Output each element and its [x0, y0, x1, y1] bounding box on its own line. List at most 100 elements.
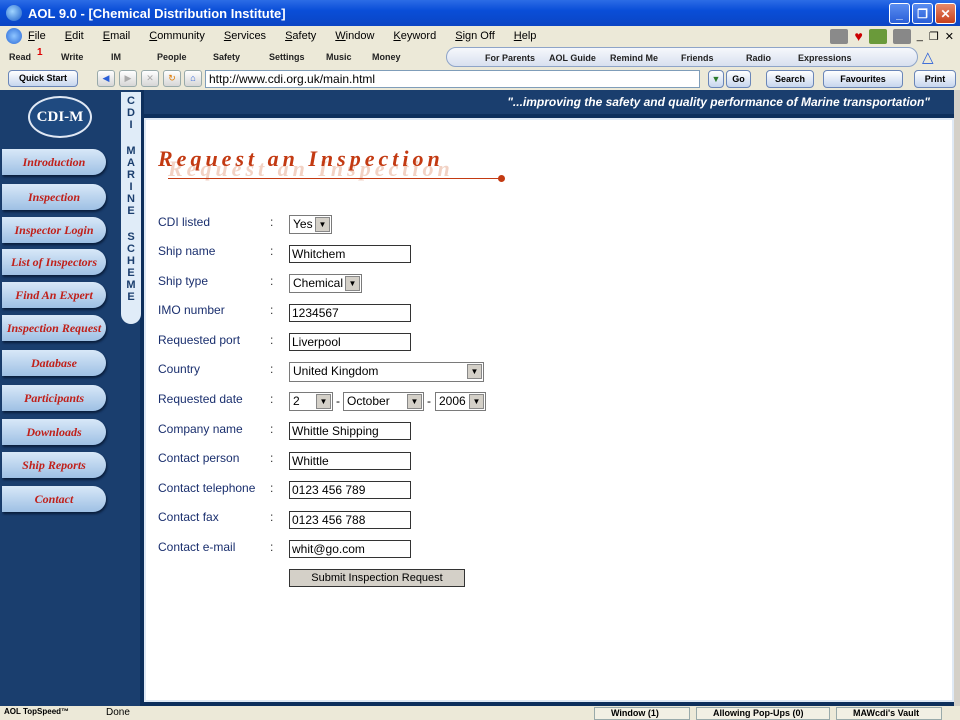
- nav-find-an-expert[interactable]: Find An Expert: [2, 282, 106, 308]
- contact-person-input[interactable]: Whittle: [289, 452, 411, 470]
- country-select[interactable]: United Kingdom ▼: [289, 362, 484, 382]
- nav-inspection[interactable]: Inspection: [2, 184, 106, 210]
- channel-friends[interactable]: Friends: [681, 53, 714, 63]
- page-title: Request an Inspection: [158, 146, 444, 171]
- nav-database[interactable]: Database: [2, 350, 106, 376]
- menu-email[interactable]: Email: [103, 30, 131, 42]
- status-text: Done: [106, 707, 130, 718]
- minimize-button[interactable]: _: [889, 3, 910, 24]
- nav-participants[interactable]: Participants: [2, 385, 106, 411]
- colon: :: [270, 510, 274, 524]
- menu-keyword[interactable]: Keyword: [393, 30, 436, 42]
- submit-inspection-request-button[interactable]: Submit Inspection Request: [289, 569, 465, 587]
- company-name-label: Company name: [158, 422, 243, 436]
- refresh-icon[interactable]: ↻: [163, 70, 181, 87]
- colon: :: [270, 392, 274, 406]
- year-select[interactable]: 2006 ▼: [435, 392, 486, 411]
- stop-icon[interactable]: ✕: [141, 70, 159, 87]
- app-restore-button[interactable]: ❐: [929, 30, 939, 43]
- cdi-listed-select[interactable]: Yes ▼: [289, 215, 332, 234]
- vertical-letter: E: [127, 291, 135, 303]
- nav-list-of-inspectors[interactable]: List of Inspectors: [2, 249, 106, 275]
- money-button[interactable]: Money: [372, 52, 401, 62]
- chevron-down-icon: ▼: [407, 394, 422, 409]
- menu-help[interactable]: Help: [514, 30, 537, 42]
- date-separator: -: [336, 394, 340, 408]
- cdi-listed-value: Yes: [293, 217, 313, 231]
- vault-button[interactable]: MAWcdi's Vault: [836, 707, 942, 720]
- restore-button[interactable]: ❐: [912, 3, 933, 24]
- address-dropdown-icon[interactable]: ▼: [708, 70, 724, 88]
- forward-arrow-icon[interactable]: ▶: [119, 70, 137, 87]
- popup-blocker-button[interactable]: Allowing Pop-Ups (0): [696, 707, 830, 720]
- channel-radio[interactable]: Radio: [746, 53, 771, 63]
- ship-type-select[interactable]: Chemical ▼: [289, 274, 362, 293]
- day-select[interactable]: 2 ▼: [289, 392, 333, 411]
- quick-start-button[interactable]: Quick Start: [8, 70, 78, 87]
- nav-inspector-login[interactable]: Inspector Login: [2, 217, 106, 243]
- nav-ship-reports[interactable]: Ship Reports: [2, 452, 106, 478]
- ship-name-input[interactable]: Whitchem: [289, 245, 411, 263]
- safety-button[interactable]: Safety: [213, 52, 240, 62]
- heart-icon[interactable]: ♥: [854, 28, 862, 44]
- heading-underline: [168, 178, 502, 179]
- nav-introduction[interactable]: Introduction: [2, 149, 106, 175]
- nav-inspection-request[interactable]: Inspection Request: [2, 315, 106, 341]
- im-button[interactable]: IM: [111, 52, 121, 62]
- menu-safety[interactable]: Safety: [285, 30, 316, 42]
- menu-edit[interactable]: Edit: [65, 30, 84, 42]
- company-name-input[interactable]: Whittle Shipping: [289, 422, 411, 440]
- web-page: CDI-M C D I M A R I N E S C H E M E Intr…: [0, 90, 954, 706]
- back-arrow-icon[interactable]: ◀: [97, 70, 115, 87]
- contact-fax-input[interactable]: 0123 456 788: [289, 511, 411, 529]
- window-title: AOL 9.0 - [Chemical Distribution Institu…: [28, 5, 286, 21]
- colon: :: [270, 333, 274, 347]
- menu-window[interactable]: Window: [335, 30, 374, 42]
- people-button[interactable]: People: [157, 52, 187, 62]
- channel-for-parents[interactable]: For Parents: [485, 53, 535, 63]
- menu-file[interactable]: File: [28, 30, 46, 42]
- window-count-button[interactable]: Window (1): [594, 707, 690, 720]
- menu-services[interactable]: Services: [224, 30, 266, 42]
- settings-button[interactable]: Settings: [269, 52, 305, 62]
- aol-triangle-icon[interactable]: △: [922, 48, 934, 66]
- tools-icon[interactable]: [868, 28, 887, 44]
- contact-email-input[interactable]: whit@go.com: [289, 540, 411, 558]
- read-button[interactable]: Read: [9, 52, 31, 62]
- printer-icon[interactable]: [830, 28, 849, 44]
- app-minimize-button[interactable]: _: [917, 30, 923, 42]
- navigation-toolbar: Quick Start ◀ ▶ ✕ ↻ ⌂ http://www.cdi.org…: [0, 68, 960, 90]
- month-select[interactable]: October ▼: [343, 392, 424, 411]
- music-button[interactable]: Music: [326, 52, 352, 62]
- close-button[interactable]: ✕: [935, 3, 956, 24]
- unread-count-badge: 1: [37, 47, 43, 58]
- nav-contact[interactable]: Contact: [2, 486, 106, 512]
- go-button[interactable]: Go: [726, 70, 751, 88]
- home-icon[interactable]: ⌂: [184, 70, 202, 87]
- imo-number-input[interactable]: 1234567: [289, 304, 411, 322]
- channel-aol-guide[interactable]: AOL Guide: [549, 53, 596, 63]
- contact-telephone-input[interactable]: 0123 456 789: [289, 481, 411, 499]
- vertical-letter: I: [129, 181, 133, 193]
- menu-sign-off[interactable]: Sign Off: [455, 30, 495, 42]
- cdi-logo[interactable]: CDI-M: [28, 96, 92, 138]
- nav-downloads[interactable]: Downloads: [2, 419, 106, 445]
- print-button[interactable]: Print: [914, 70, 956, 88]
- imo-number-label: IMO number: [158, 303, 225, 317]
- requested-port-input[interactable]: Liverpool: [289, 333, 411, 351]
- app-close-button[interactable]: ✕: [945, 30, 954, 43]
- country-value: United Kingdom: [293, 364, 379, 378]
- write-button[interactable]: Write: [61, 52, 83, 62]
- notepad-icon[interactable]: [892, 28, 911, 44]
- colon: :: [270, 481, 274, 495]
- address-bar[interactable]: http://www.cdi.org.uk/main.html: [205, 70, 700, 88]
- main-toolbar: Read 1 Write IM People Safety Settings M…: [0, 46, 960, 68]
- search-button[interactable]: Search: [766, 70, 814, 88]
- channel-expressions[interactable]: Expressions: [798, 53, 852, 63]
- scrollbar[interactable]: [954, 90, 960, 706]
- channel-remind-me[interactable]: Remind Me: [610, 53, 658, 63]
- favourites-button[interactable]: Favourites: [823, 70, 903, 88]
- aol-menu-icon[interactable]: [6, 28, 22, 44]
- menu-community[interactable]: Community: [149, 30, 205, 42]
- channel-bar: For Parents AOL Guide Remind Me Friends …: [446, 47, 918, 67]
